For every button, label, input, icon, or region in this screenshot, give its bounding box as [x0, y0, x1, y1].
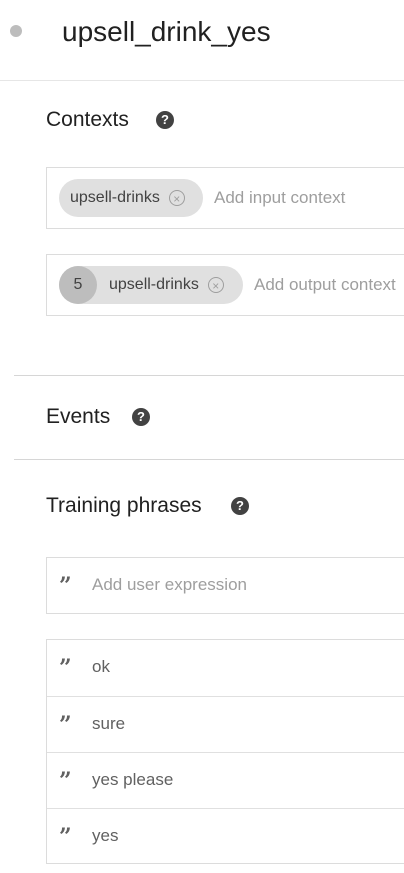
- remove-input-context-icon[interactable]: ×: [168, 190, 185, 206]
- output-context-chip-label: upsell-drinks: [109, 276, 199, 293]
- lifespan-badge[interactable]: 5: [59, 266, 97, 304]
- training-phrase-text[interactable]: sure: [92, 714, 125, 734]
- header-divider: [0, 80, 404, 81]
- events-section-title[interactable]: Events: [46, 403, 110, 431]
- quote-icon: ”: [59, 768, 72, 794]
- training-phrase-row[interactable]: ” ok: [47, 640, 404, 696]
- section-divider: [14, 459, 404, 460]
- quote-icon: ”: [59, 573, 72, 599]
- quote-icon: ”: [59, 655, 72, 681]
- training-phrase-row[interactable]: ” yes please: [47, 752, 404, 808]
- quote-icon: ”: [59, 824, 72, 850]
- training-phrase-text[interactable]: ok: [92, 657, 110, 677]
- status-dot: [10, 25, 22, 37]
- quote-icon: ”: [59, 712, 72, 738]
- training-phrase-text[interactable]: yes please: [92, 770, 173, 790]
- training-phrase-row[interactable]: ” sure: [47, 696, 404, 752]
- input-context-field[interactable]: upsell-drinks × Add input context: [46, 167, 404, 229]
- events-help-icon[interactable]: ?: [132, 408, 150, 426]
- remove-output-context-icon[interactable]: ×: [207, 277, 224, 293]
- training-phrase-text[interactable]: yes: [92, 826, 118, 846]
- contexts-help-icon[interactable]: ?: [156, 111, 174, 129]
- add-user-expression-field[interactable]: ” Add user expression: [46, 557, 404, 614]
- output-context-field[interactable]: 5 upsell-drinks × Add output context: [46, 254, 404, 316]
- contexts-section-title[interactable]: Contexts: [46, 106, 129, 134]
- add-user-expression-placeholder[interactable]: Add user expression: [92, 575, 247, 595]
- output-context-chip[interactable]: 5 upsell-drinks ×: [59, 266, 243, 304]
- output-context-placeholder[interactable]: Add output context: [254, 275, 396, 295]
- input-context-chip[interactable]: upsell-drinks ×: [59, 179, 203, 217]
- training-phrases-help-icon[interactable]: ?: [231, 497, 249, 515]
- training-phrases-section-title[interactable]: Training phrases: [46, 492, 202, 520]
- section-divider: [14, 375, 404, 376]
- input-context-placeholder[interactable]: Add input context: [214, 188, 345, 208]
- training-phrases-list: ” ok ” sure ” yes please ” yes: [46, 639, 404, 864]
- intent-title[interactable]: upsell_drink_yes: [62, 14, 271, 50]
- training-phrase-row[interactable]: ” yes: [47, 808, 404, 864]
- input-context-chip-label: upsell-drinks: [70, 189, 160, 206]
